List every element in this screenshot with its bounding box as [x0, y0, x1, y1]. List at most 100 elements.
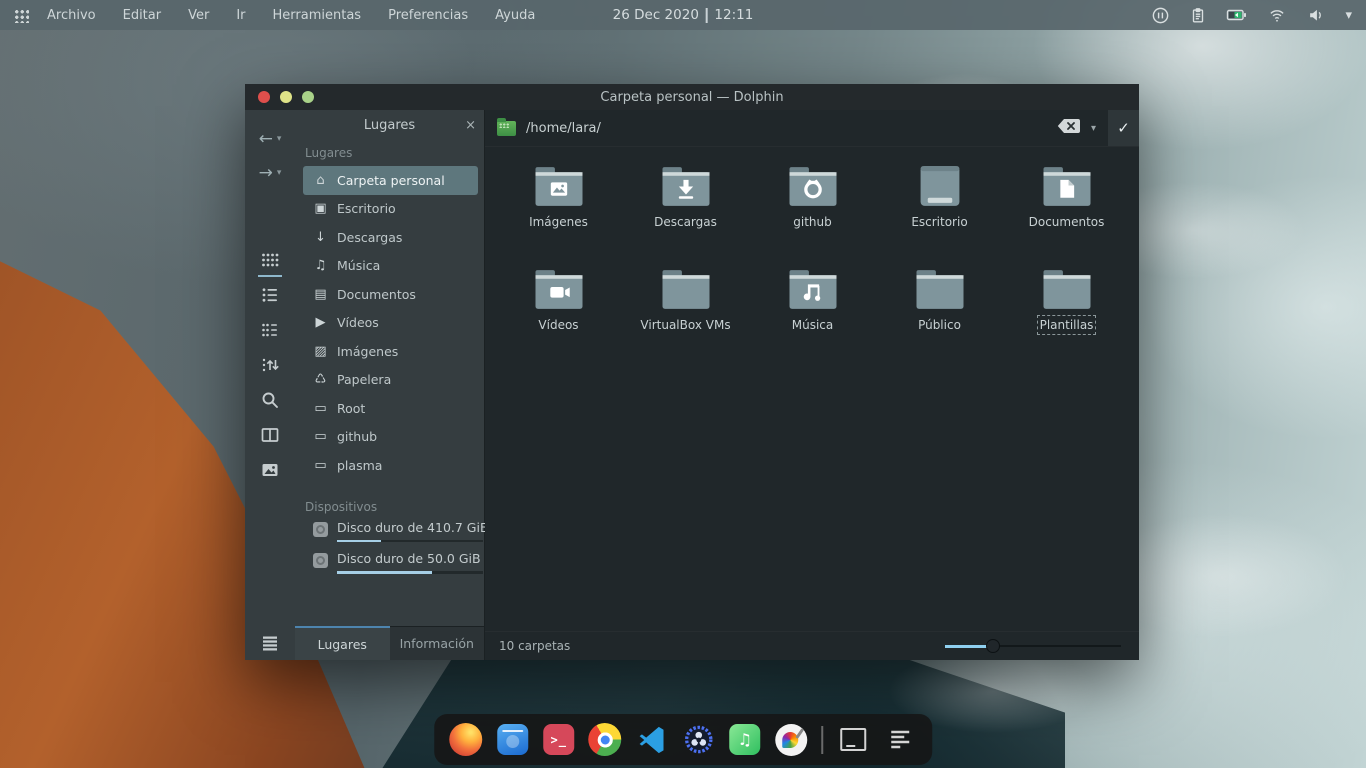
- clear-backspace-icon[interactable]: [1057, 118, 1081, 138]
- media-pause-icon[interactable]: [1151, 6, 1170, 25]
- device-disk-2[interactable]: Disco duro de 50.0 GiB: [295, 551, 484, 574]
- folder-item-github[interactable]: github: [749, 157, 876, 260]
- hamburger-menu-button[interactable]: [260, 625, 280, 660]
- back-button[interactable]: ← ▾: [259, 122, 282, 156]
- panel-tabs: Lugares Información: [295, 626, 484, 660]
- menu-ayuda[interactable]: Ayuda: [495, 8, 535, 23]
- place-documentos[interactable]: ▤ Documentos: [303, 280, 478, 309]
- compact-view-button[interactable]: [260, 312, 280, 347]
- volume-icon[interactable]: [1306, 6, 1326, 24]
- tab-lugares[interactable]: Lugares: [295, 626, 390, 660]
- folder-item-publico[interactable]: Público: [876, 260, 1003, 363]
- location-bar-controls: ▾ ✓: [1057, 110, 1139, 146]
- firefox-icon[interactable]: [449, 723, 482, 756]
- place-label: Carpeta personal: [337, 173, 445, 188]
- place-imagenes[interactable]: ▨ Imágenes: [303, 337, 478, 366]
- wifi-icon[interactable]: [1267, 6, 1287, 24]
- place-label: plasma: [337, 458, 382, 473]
- show-windows-icon[interactable]: [837, 723, 870, 756]
- battery-icon[interactable]: [1226, 6, 1248, 24]
- close-panel-icon[interactable]: ×: [465, 118, 476, 133]
- close-button[interactable]: [258, 91, 270, 103]
- zoom-slider-handle[interactable]: [986, 639, 1000, 653]
- terminal-icon[interactable]: >_: [543, 724, 574, 755]
- folder-item-musica[interactable]: Música: [749, 260, 876, 363]
- task-list-icon[interactable]: [884, 723, 917, 756]
- maximize-button[interactable]: [302, 91, 314, 103]
- icons-view-button[interactable]: [260, 242, 280, 277]
- device-usage-bar: [337, 540, 483, 543]
- location-bar[interactable]: /home/lara/ ▾ ✓: [485, 110, 1139, 147]
- hard-drive-icon: [313, 522, 328, 537]
- place-plasma[interactable]: ▭ plasma: [303, 451, 478, 480]
- chrome-icon[interactable]: [588, 723, 621, 756]
- view-mode-buttons: [260, 242, 280, 487]
- clock[interactable]: 26 Dec 2020 12:11: [613, 0, 754, 30]
- folder-view[interactable]: Imágenes Descargas: [485, 147, 1139, 631]
- device-disk-1[interactable]: Disco duro de 410.7 GiB: [295, 520, 484, 543]
- place-musica[interactable]: ♫ Música: [303, 252, 478, 281]
- forward-button[interactable]: → ▾: [259, 156, 282, 190]
- folder-item-descargas[interactable]: Descargas: [622, 157, 749, 260]
- folder-label: github: [793, 215, 831, 229]
- split-view-button[interactable]: [260, 417, 280, 452]
- path-text[interactable]: /home/lara/: [526, 121, 601, 136]
- global-menubar: Archivo Editar Ver Ir Herramientas Prefe…: [0, 0, 1366, 30]
- place-label: Escritorio: [337, 201, 396, 216]
- folder-icon: ▭: [313, 458, 328, 473]
- clipboard-icon[interactable]: [1189, 6, 1207, 25]
- tab-informacion[interactable]: Información: [390, 626, 485, 660]
- search-icon[interactable]: [260, 382, 280, 417]
- preview-button[interactable]: [260, 452, 280, 487]
- minimize-button[interactable]: [280, 91, 292, 103]
- place-videos[interactable]: ▶ Vídeos: [303, 309, 478, 338]
- menu-ver[interactable]: Ver: [188, 8, 209, 23]
- place-github[interactable]: ▭ github: [303, 423, 478, 452]
- app-launcher-icon[interactable]: [14, 8, 29, 23]
- forward-caret-icon[interactable]: ▾: [277, 168, 282, 178]
- folder-item-documentos[interactable]: Documentos: [1003, 157, 1130, 260]
- paint-app-icon[interactable]: [774, 723, 807, 756]
- folder-item-plantillas[interactable]: Plantillas: [1003, 260, 1130, 363]
- place-root[interactable]: ▭ Root: [303, 394, 478, 423]
- app-store-icon[interactable]: [496, 723, 529, 756]
- back-caret-icon[interactable]: ▾: [277, 134, 282, 144]
- desktop-folder-icon: [911, 163, 969, 210]
- status-bar: 10 carpetas: [485, 631, 1139, 660]
- place-descargas[interactable]: ↓ Descargas: [303, 223, 478, 252]
- dock: >_ ♫: [434, 714, 932, 765]
- list-view-button[interactable]: [260, 277, 280, 312]
- folder-item-videos[interactable]: Vídeos: [495, 260, 622, 363]
- place-carpeta-personal[interactable]: ⌂ Carpeta personal: [303, 166, 478, 195]
- system-settings-icon[interactable]: [682, 723, 715, 756]
- folder-label: Documentos: [1029, 215, 1105, 229]
- place-papelera[interactable]: ♺ Papelera: [303, 366, 478, 395]
- folder-item-imagenes[interactable]: Imágenes: [495, 157, 622, 260]
- window-titlebar[interactable]: Carpeta personal — Dolphin: [245, 84, 1139, 110]
- back-icon: ←: [259, 129, 273, 149]
- folder-label: Escritorio: [911, 215, 967, 229]
- menu-editar[interactable]: Editar: [123, 8, 162, 23]
- folder-label-focused: Plantillas: [1040, 318, 1094, 332]
- folder-item-escritorio[interactable]: Escritorio: [876, 157, 1003, 260]
- vscode-icon[interactable]: [635, 723, 668, 756]
- zoom-slider[interactable]: [945, 638, 1121, 654]
- document-icon: ▤: [313, 287, 328, 302]
- sort-button[interactable]: [260, 347, 280, 382]
- path-dropdown-icon[interactable]: ▾: [1091, 123, 1096, 134]
- chevron-down-icon[interactable]: ▾: [1345, 8, 1352, 23]
- menu-ir[interactable]: Ir: [236, 8, 245, 23]
- place-escritorio[interactable]: ▣ Escritorio: [303, 195, 478, 224]
- clock-separator: [706, 8, 708, 23]
- place-label: Música: [337, 258, 380, 273]
- dolphin-window: Carpeta personal — Dolphin ← ▾ → ▾: [245, 84, 1139, 660]
- music-app-icon[interactable]: ♫: [729, 724, 760, 755]
- folder-item-virtualbox[interactable]: VirtualBox VMs: [622, 260, 749, 363]
- places-panel-header[interactable]: Lugares ×: [295, 110, 484, 140]
- menu-archivo[interactable]: Archivo: [47, 8, 96, 23]
- folder-label: Vídeos: [538, 318, 578, 332]
- menu-herramientas[interactable]: Herramientas: [273, 8, 362, 23]
- menu-preferencias[interactable]: Preferencias: [388, 8, 468, 23]
- folder-grid: Imágenes Descargas: [495, 157, 1139, 363]
- confirm-check-button[interactable]: ✓: [1108, 110, 1139, 146]
